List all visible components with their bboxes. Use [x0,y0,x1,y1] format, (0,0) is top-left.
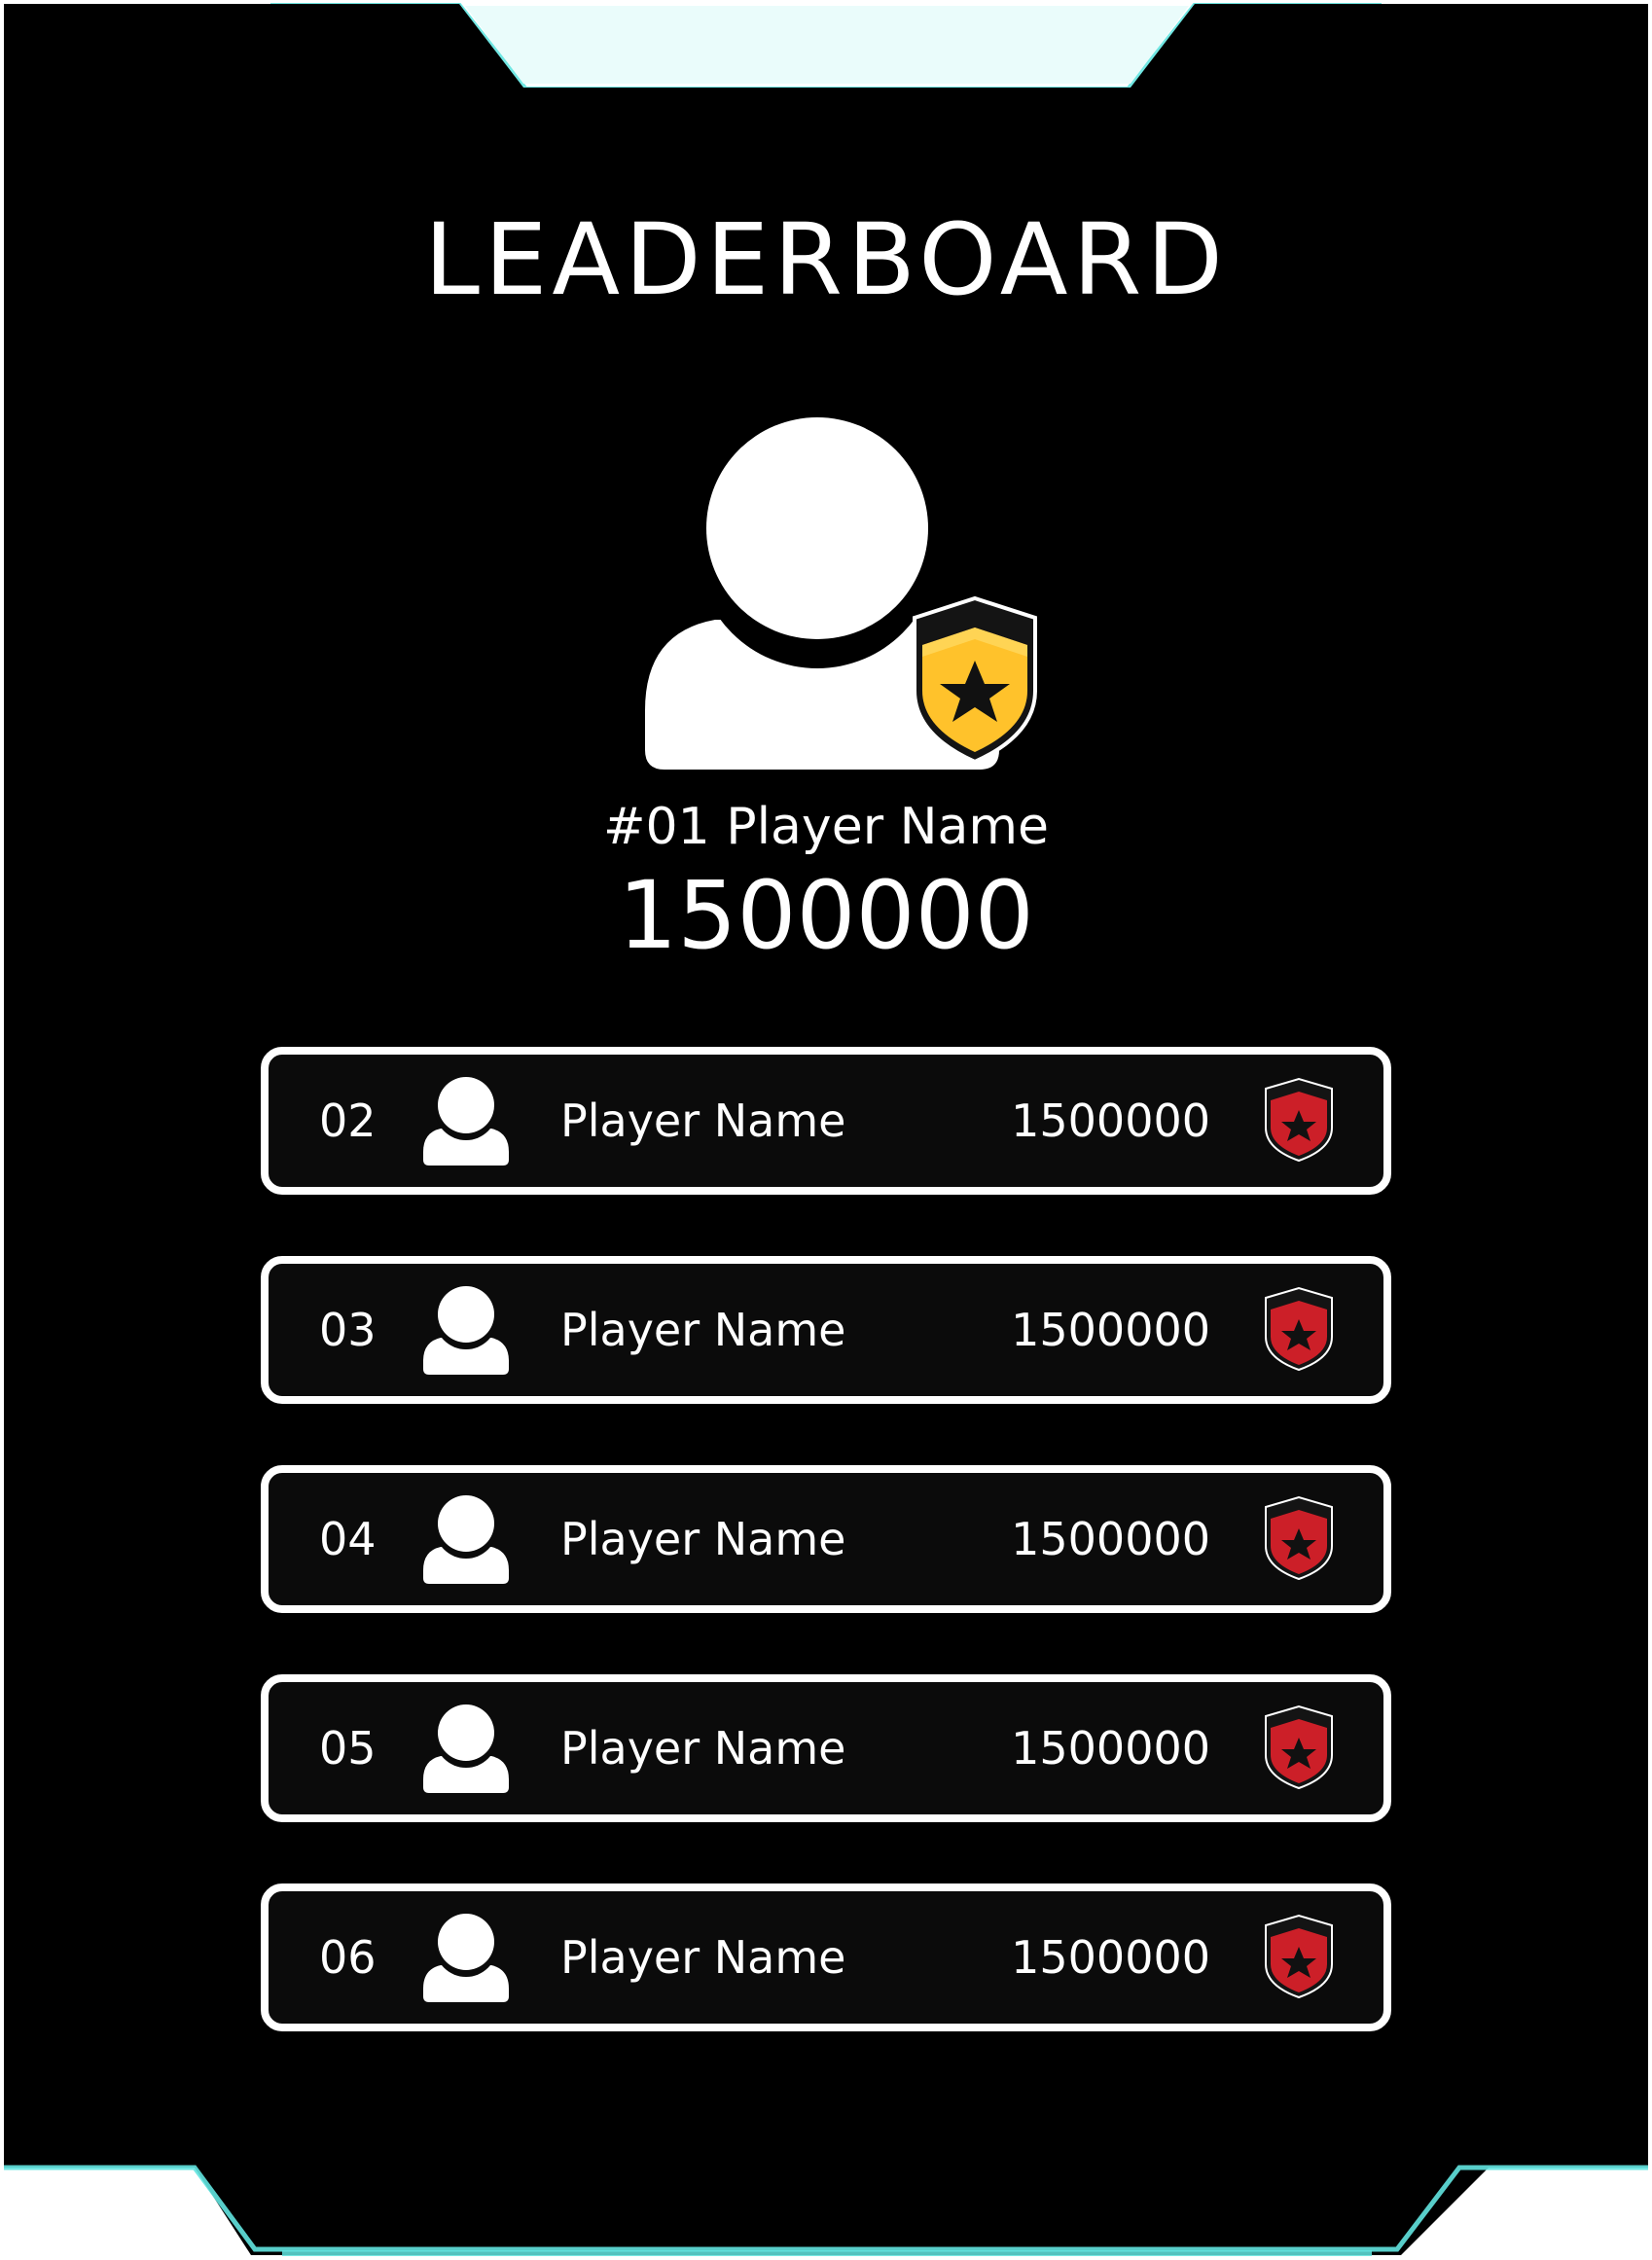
top-tab-fill [465,6,1189,84]
row-player-name: Player Name [560,1931,846,1984]
row-rank: 03 [319,1304,377,1356]
leaderboard-list: 02 Player Name 1500000 03 Player Name 15… [261,1047,1391,2093]
red-star-shield-icon [1265,1077,1333,1163]
user-icon [423,1286,509,1375]
row-score: 1500000 [1011,1931,1210,1984]
row-player-name: Player Name [560,1722,846,1775]
red-star-shield-icon [1265,1704,1333,1790]
row-rank: 06 [319,1931,377,1984]
row-player-name: Player Name [560,1304,846,1356]
row-rank: 02 [319,1094,377,1147]
leaderboard-row[interactable]: 05 Player Name 1500000 [261,1674,1391,1822]
user-icon [423,1495,509,1584]
row-rank: 04 [319,1513,377,1565]
leaderboard-row[interactable]: 02 Player Name 1500000 [261,1047,1391,1195]
top-player-score: 1500000 [618,861,1034,970]
row-rank: 05 [319,1722,377,1775]
leaderboard-row[interactable]: 04 Player Name 1500000 [261,1465,1391,1613]
red-star-shield-icon [1265,1914,1333,1999]
page-title: LEADERBOARD [424,202,1228,318]
row-score: 1500000 [1011,1513,1210,1565]
row-score: 1500000 [1011,1094,1210,1147]
top-player-name: #01 Player Name [602,798,1050,856]
row-player-name: Player Name [560,1094,846,1147]
row-player-name: Player Name [560,1513,846,1565]
leaderboard-row[interactable]: 06 Player Name 1500000 [261,1883,1391,2031]
top-player-avatar [645,417,1037,770]
red-star-shield-icon [1265,1286,1333,1372]
row-score: 1500000 [1011,1722,1210,1775]
user-icon [423,1077,509,1166]
row-score: 1500000 [1011,1304,1210,1356]
user-icon [423,1914,509,2002]
red-star-shield-icon [1265,1495,1333,1581]
user-icon [423,1704,509,1793]
leaderboard-row[interactable]: 03 Player Name 1500000 [261,1256,1391,1404]
